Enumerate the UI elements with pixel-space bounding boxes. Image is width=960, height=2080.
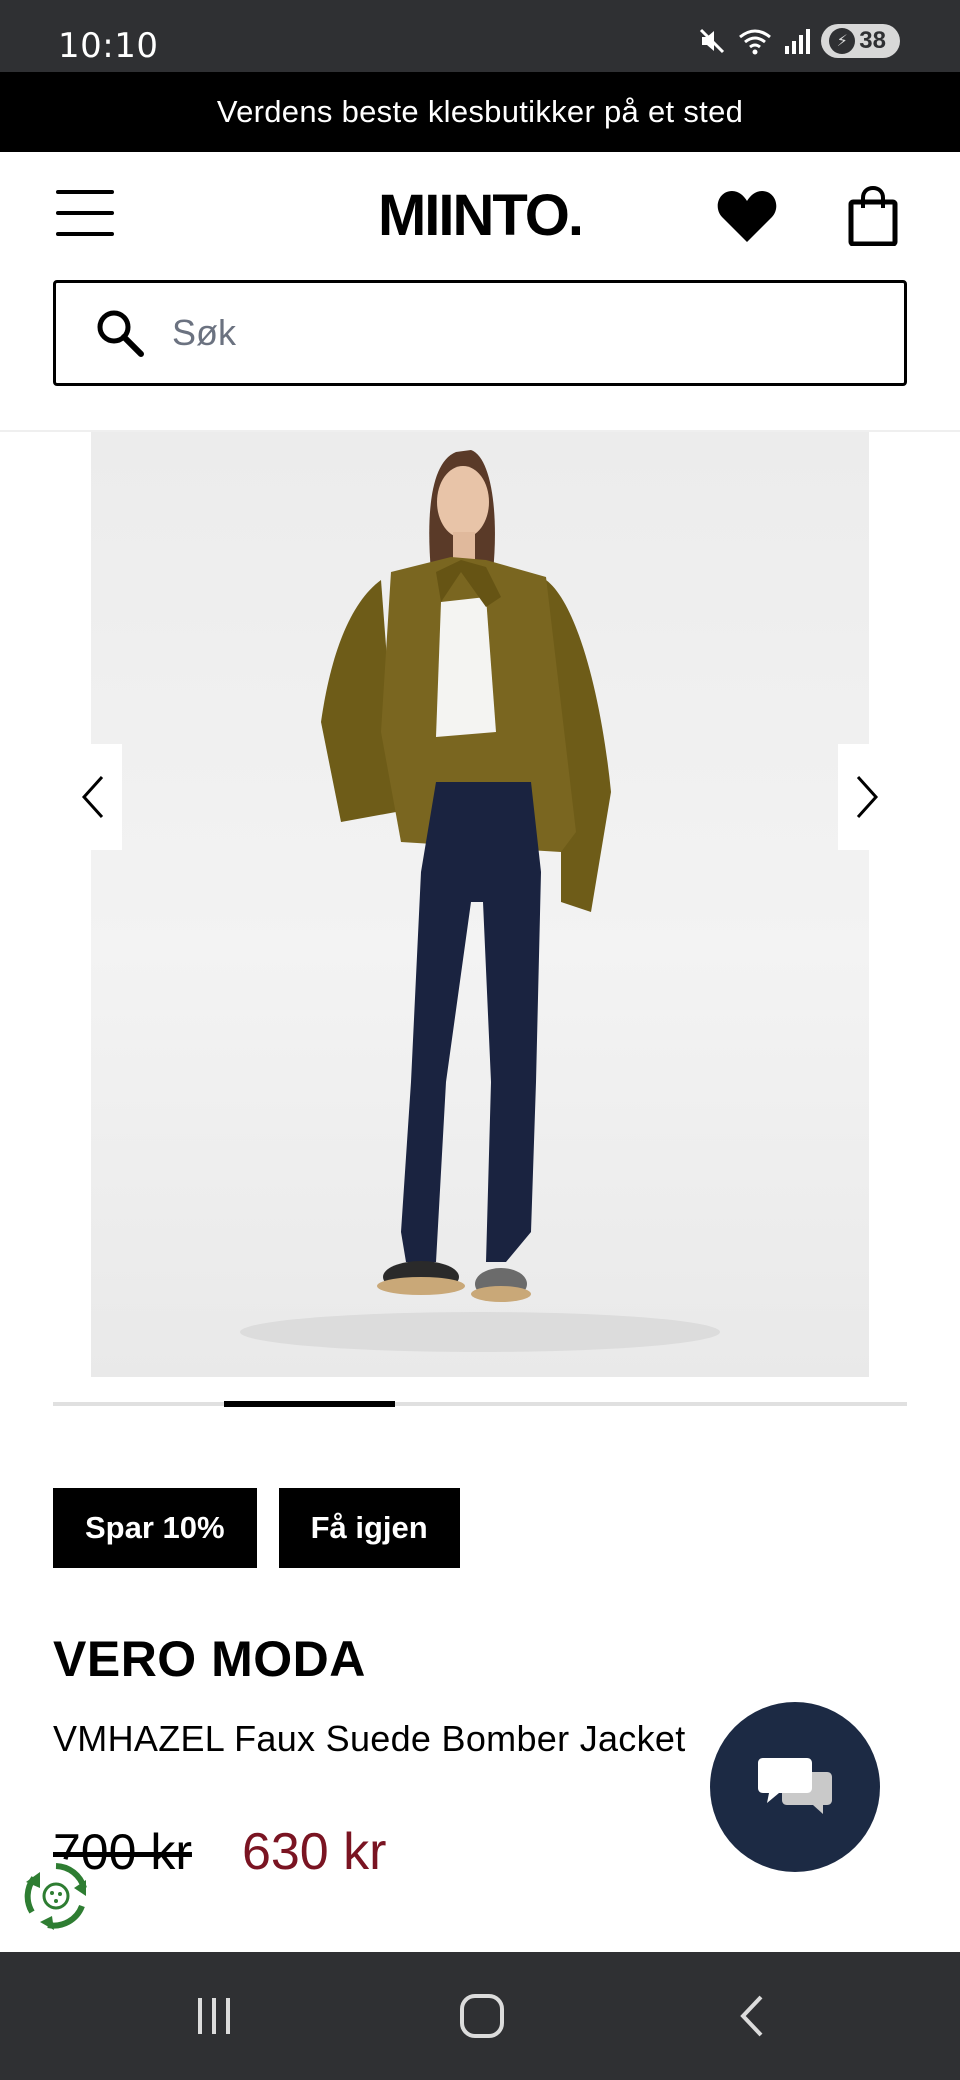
product-badges: Spar 10% Få igjen [53,1488,460,1568]
discount-badge: Spar 10% [53,1488,257,1568]
search-input[interactable] [172,312,822,354]
product-photo-illustration [240,450,720,1352]
gallery-progress-indicator [224,1401,395,1407]
status-bar: 10:10 ⚡ 38 [0,0,960,72]
product-gallery[interactable] [0,432,960,1377]
battery-level: 38 [859,27,886,54]
chevron-right-icon [856,775,879,819]
product-image[interactable] [91,432,869,1377]
status-icons: ⚡ 38 [697,24,900,58]
site-header: MIINTO. [0,152,960,277]
recycle-icon [24,1863,87,1930]
bag-icon[interactable] [848,186,898,246]
battery-indicator: ⚡ 38 [821,24,900,58]
promo-banner: Verdens beste klesbutikker på et sted [0,72,960,152]
mute-icon [700,28,725,54]
home-icon[interactable] [452,1990,512,2042]
gallery-progress [53,1401,907,1407]
search-bar[interactable] [53,280,907,386]
product-brand[interactable]: VERO MODA [53,1630,366,1688]
status-time: 10:10 [58,26,159,66]
site-logo[interactable]: MIINTO. [0,182,960,249]
product-name: VMHAZEL Faux Suede Bomber Jacket [53,1718,686,1759]
promo-banner-text: Verdens beste klesbutikker på et sted [216,94,744,129]
sale-price: 630 kr [241,1823,387,1881]
gallery-prev-button[interactable] [64,744,122,850]
recent-apps-icon[interactable] [184,1990,244,2042]
eco-button[interactable] [18,1858,94,1934]
chevron-left-icon [81,775,104,819]
restock-badge: Få igjen [278,1488,460,1568]
heart-icon[interactable] [716,188,778,244]
price-row: 700 kr 630 kr [53,1822,387,1882]
signal-icon [785,29,811,54]
chat-bubbles-icon [758,1758,832,1814]
search-icon [97,310,144,357]
gallery-next-button[interactable] [838,744,896,850]
back-icon[interactable] [722,1990,782,2042]
chat-button[interactable] [710,1702,880,1872]
battery-icon: ⚡ [829,28,856,54]
system-nav-bar [0,1952,960,2080]
wifi-icon [739,29,772,55]
